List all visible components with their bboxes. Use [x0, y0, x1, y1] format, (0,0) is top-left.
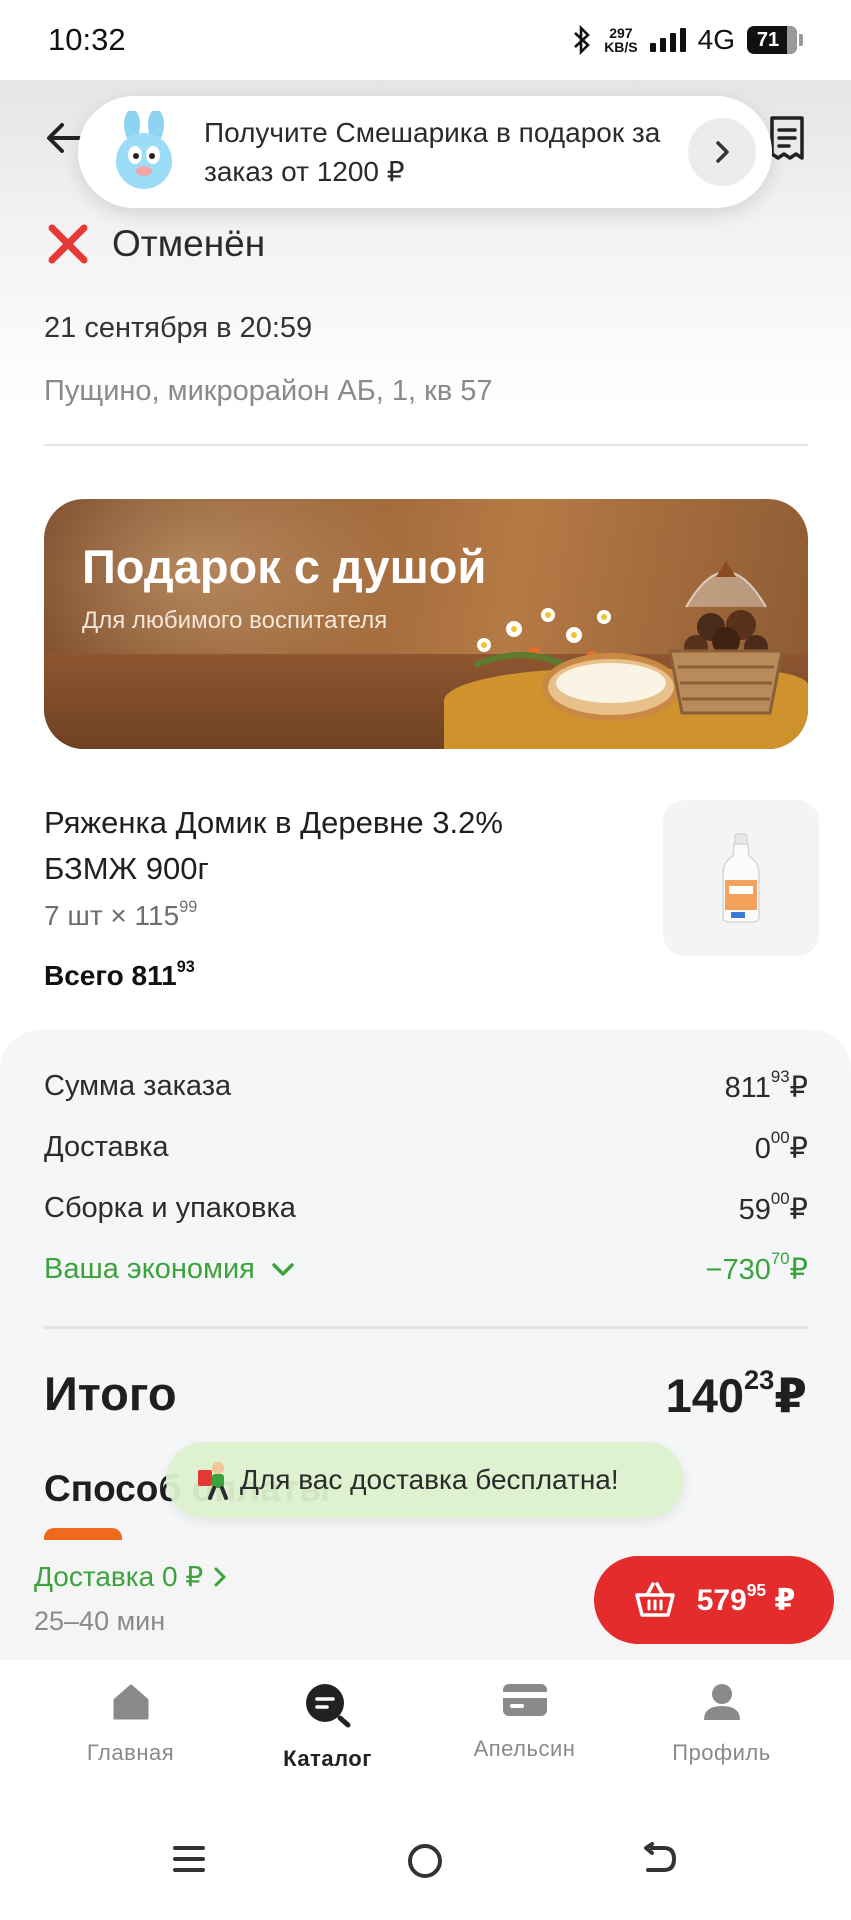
tab-apelsin-label: Апельсин: [473, 1736, 576, 1761]
product-quantity: 7 шт × 11599: [44, 897, 198, 932]
profile-icon: [703, 1684, 740, 1720]
back-nav-icon: [644, 1842, 677, 1872]
order-status: Отменён: [46, 222, 265, 266]
free-delivery-text: Для вас доставка бесплатна!: [240, 1464, 619, 1495]
order-status-label: Отменён: [112, 223, 266, 264]
gift-banner-title: Подарок с душой: [82, 540, 487, 593]
status-icons: 297 KB/S 4G 71: [572, 24, 803, 56]
signal-icon: [649, 28, 686, 52]
tab-apelsin[interactable]: Апельсин: [426, 1660, 623, 1810]
order-date: 21 сентября в 20:59: [44, 312, 313, 344]
net-speed-unit: KB/S: [604, 39, 638, 55]
delivery-eta: 25–40 мин: [34, 1606, 166, 1636]
cart-button[interactable]: 57995 ₽: [594, 1556, 834, 1644]
tab-profile-label: Профиль: [672, 1740, 771, 1765]
delivery-bar: Доставка 0 ₽ 25–40 мин 57995 ₽: [0, 1540, 851, 1660]
product-total-kopecks: 93: [176, 957, 195, 976]
free-delivery-toast: Для вас доставка бесплатна!: [166, 1442, 684, 1518]
receipt-button[interactable]: [767, 114, 807, 167]
net-speed: 297 KB/S: [604, 26, 637, 54]
status-bar: 10:32 297 KB/S 4G 71: [0, 0, 851, 80]
savings-label: Ваша экономия: [44, 1253, 255, 1285]
tab-profile[interactable]: Профиль: [623, 1660, 820, 1810]
promo-banner[interactable]: Получите Смешарика в подарок за заказ от…: [78, 96, 772, 208]
savings-value: −73070₽: [705, 1249, 808, 1286]
home-icon: [113, 1684, 148, 1720]
net-speed-value: 297: [609, 25, 633, 41]
cancel-cross-icon: [48, 224, 88, 264]
product-image[interactable]: [663, 800, 819, 956]
tab-home-label: Главная: [86, 1740, 175, 1765]
cart-total: 57995 ₽: [696, 1579, 796, 1617]
recent-apps-button[interactable]: [172, 1842, 206, 1881]
summary-row-delivery: Доставка 000₽: [44, 1128, 808, 1166]
delivery-value: 000₽: [754, 1128, 808, 1165]
back-nav-button[interactable]: [640, 1842, 678, 1881]
gift-banner-subtitle: Для любимого воспитателя: [82, 607, 388, 634]
home-nav-button[interactable]: [406, 1842, 444, 1885]
battery-icon: 71: [747, 26, 803, 54]
courier-icon: [198, 1462, 228, 1500]
summary-row-savings[interactable]: Ваша экономия −73070₽: [44, 1249, 808, 1287]
packing-value: 5900₽: [738, 1189, 808, 1226]
bluetooth-icon: [572, 25, 592, 55]
receipt-icon: [770, 116, 804, 160]
packing-label: Сборка и упаковка: [44, 1192, 296, 1224]
product-quantity-kopecks: 99: [179, 897, 198, 916]
delivery-label: Доставка: [44, 1131, 169, 1163]
promo-text: Получите Смешарика в подарок за заказ от…: [204, 117, 661, 187]
chevron-down-icon: [272, 1262, 294, 1276]
divider: [44, 444, 808, 446]
product-total: Всего 81193: [44, 957, 195, 992]
menu-icon: [173, 1846, 205, 1872]
divider: [44, 1326, 808, 1329]
total-label: Итого: [44, 1367, 177, 1420]
summary-row-order-sum: Сумма заказа 81193₽: [44, 1067, 808, 1105]
order-sum-label: Сумма заказа: [44, 1070, 232, 1102]
summary-row-packing: Сборка и упаковка 5900₽: [44, 1189, 808, 1227]
order-address: Пущино, микрорайон АБ, 1, кв 57: [44, 375, 493, 407]
mascot-bunny-icon: [116, 111, 172, 189]
product-quantity-main: 7 шт × 115: [44, 900, 180, 931]
promo-arrow-button[interactable]: [688, 118, 756, 186]
tab-catalog-label: Каталог: [283, 1746, 372, 1771]
chevron-right-icon: [716, 141, 729, 163]
delivery-info-button[interactable]: Доставка 0 ₽: [34, 1560, 227, 1593]
delivery-title: Доставка 0 ₽: [34, 1561, 204, 1592]
gift-basket-image: [668, 561, 784, 715]
total-value: 14023₽: [665, 1363, 807, 1422]
bottom-tab-bar: Главная Каталог Апельсин Профиль: [0, 1660, 851, 1810]
battery-level: 71: [756, 28, 780, 51]
product-name[interactable]: Ряженка Домик в Деревне 3.2% БЗМЖ 900г: [44, 800, 604, 892]
chevron-right-icon: [214, 1567, 226, 1586]
status-time: 10:32: [48, 22, 126, 57]
product-total-main: Всего 811: [44, 960, 177, 991]
catalog-search-icon: [305, 1684, 350, 1728]
card-icon: [502, 1684, 547, 1716]
milk-bottle-image: [722, 833, 760, 923]
order-sum-value: 81193₽: [724, 1067, 808, 1104]
tab-home[interactable]: Главная: [32, 1660, 229, 1810]
savings-toggle[interactable]: Ваша экономия: [44, 1252, 295, 1287]
tab-catalog[interactable]: Каталог: [229, 1660, 426, 1810]
basket-icon: [634, 1582, 675, 1617]
system-nav-bar: [0, 1810, 851, 1920]
network-type: 4G: [697, 24, 735, 55]
circle-home-icon: [408, 1844, 442, 1878]
gift-banner[interactable]: Подарок с душой Для любимого воспитателя: [44, 499, 808, 749]
